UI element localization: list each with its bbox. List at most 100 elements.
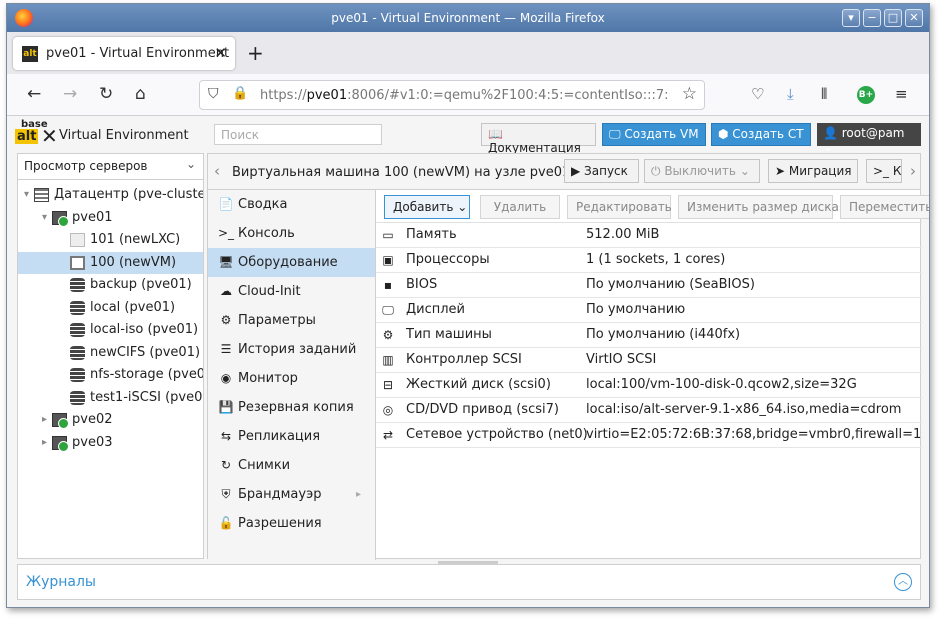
remove-button[interactable]: Удалить (480, 195, 560, 219)
move-disk-button[interactable]: Переместить (840, 195, 929, 219)
menu-item[interactable]: 💾 Резервная копия (208, 393, 375, 422)
tree-item[interactable]: ▸ pve02 (18, 409, 203, 432)
menu-item-label: Монитор (238, 371, 298, 386)
hardware-value: VirtIO SCSI (586, 352, 657, 367)
tree-toggle-icon[interactable]: ▸ (42, 432, 47, 454)
hardware-row[interactable]: ▥ Контроллер SCSI VirtIO SCSI (376, 348, 922, 373)
lock-icon[interactable]: 🔒 (232, 86, 248, 101)
url-bar[interactable]: ⛉ 🔒 https://pve01:8006/#v1:0:=qemu%2F100… (199, 80, 705, 110)
close-tab-icon[interactable]: ✕ (214, 44, 227, 62)
menu-item[interactable]: >_ Консоль (208, 219, 375, 248)
browser-tab[interactable]: alt pve01 - Virtual Environment ✕ (13, 37, 235, 70)
download-icon[interactable]: ⤓ (787, 85, 794, 103)
hardware-row[interactable]: ▪ BIOS По умолчанию (SeaBIOS) (376, 273, 922, 298)
menu-item[interactable]: 🖥 Оборудование (208, 248, 375, 277)
search-input[interactable]: Поиск (214, 124, 382, 145)
resize-disk-button[interactable]: Изменить размер диска (678, 195, 839, 219)
menu-item[interactable]: 📄 Сводка (208, 190, 375, 219)
migrate-button[interactable]: ➤ Миграция (768, 159, 858, 183)
tree-item[interactable]: nfs-storage (pve01) (18, 364, 203, 387)
menu-item-label: Сводка (238, 197, 288, 212)
menu-item[interactable]: ↻ Снимки (208, 451, 375, 480)
tree-item[interactable]: test1-iSCSI (pve01) (18, 387, 203, 410)
edit-button[interactable]: Редактировать (567, 195, 672, 219)
tree-item-label: pve02 (72, 412, 113, 427)
tree-item[interactable]: ▸ pve03 (18, 432, 203, 455)
menu-item[interactable]: ⇆ Репликация (208, 422, 375, 451)
create-ct-button[interactable]: ⬢ Создать CT (711, 123, 811, 146)
chevron-right-icon[interactable]: › (910, 162, 916, 180)
tree-toggle-icon[interactable]: ▾ (24, 184, 29, 206)
view-selector[interactable]: Просмотр серверов ⌄ (18, 154, 203, 180)
home-icon[interactable]: ⌂ (135, 84, 146, 104)
menu-icon[interactable]: ≡ (895, 85, 908, 103)
url-text[interactable]: https://pve01:8006/#v1:0:=qemu%2F100:4:5… (260, 88, 670, 103)
chevron-down-icon: ⌄ (453, 200, 468, 214)
minimize-button[interactable]: − (863, 9, 881, 27)
tree-item[interactable]: backup (pve01) (18, 274, 203, 297)
menu-item[interactable]: ⚙ Параметры (208, 306, 375, 335)
unlock-icon: 🔓 (218, 516, 234, 530)
tree-item[interactable]: ▾ Датацентр (pve-cluster) (18, 184, 203, 207)
user-menu-button[interactable]: 👤 root@pam ⌄ (817, 123, 921, 154)
logs-panel[interactable]: Журналы ︿ (17, 561, 921, 600)
hardware-row[interactable]: ⚙ Тип машины По умолчанию (i440fx) (376, 323, 922, 348)
create-vm-button[interactable]: 🖵 Создать VM (602, 123, 706, 146)
tab-title: pve01 - Virtual Environment (46, 46, 230, 61)
chevron-left-icon[interactable]: ‹ (214, 162, 220, 180)
back-icon[interactable]: ← (27, 84, 41, 104)
hardware-key: Процессоры (406, 252, 490, 267)
hardware-row[interactable]: ▭ Память 512.00 MiB (376, 223, 922, 248)
console-button[interactable]: >_ К (866, 159, 902, 183)
tree-item-label: 101 (newLXC) (90, 232, 181, 247)
tree-item[interactable]: ▾ pve01 (18, 207, 203, 230)
hardware-row[interactable]: ▣ Процессоры 1 (1 sockets, 1 cores) (376, 248, 922, 273)
library-icon[interactable]: ⫴ (821, 85, 827, 103)
hardware-row[interactable]: ⊟ Жесткий диск (scsi0) local:100/vm-100-di… (376, 373, 922, 398)
shutdown-button[interactable]: ⏻ Выключить ⌄ (644, 159, 760, 183)
tree-item[interactable]: local-iso (pve01) (18, 319, 203, 342)
chevron-down-icon: ⌄ (185, 157, 196, 171)
expand-up-icon[interactable]: ︿ (894, 573, 912, 591)
shield-icon[interactable]: ⛉ (208, 86, 219, 102)
menu-item[interactable]: ⛨ Брандмауэр ▸ (208, 480, 375, 509)
storage-icon (70, 323, 85, 337)
reload-icon[interactable]: ↻ (99, 84, 113, 104)
tree-toggle-icon[interactable]: ▸ (42, 409, 47, 431)
datacenter-icon (34, 188, 49, 202)
hardware-row[interactable]: ⇄ Сетевое устройство (net0) virtio=E2:05:7… (376, 423, 922, 448)
extension-icon[interactable]: B+ (857, 86, 875, 104)
hardware-row[interactable]: ◎ CD/DVD привод (scsi7) local:iso/alt-serv… (376, 398, 922, 423)
new-tab-button[interactable]: + (247, 43, 264, 63)
star-icon[interactable]: ☆ (682, 84, 697, 104)
window-menu-button[interactable]: ▾ (842, 9, 860, 27)
add-button[interactable]: Добавить ⌄ (384, 195, 470, 219)
tree-item[interactable]: local (pve01) (18, 297, 203, 320)
hardware-row[interactable]: 🖵 Дисплей По умолчанию (376, 298, 922, 323)
tree-item-label: local-iso (pve01) (90, 322, 199, 337)
console-icon: >_ (218, 226, 235, 240)
maximize-button[interactable]: □ (884, 9, 902, 27)
hardware-key: Тип машины (406, 327, 492, 342)
window-titlebar: pve01 - Virtual Environment — Mozilla Fi… (7, 4, 929, 32)
tree-item[interactable]: 100 (newVM) (18, 251, 203, 274)
tree-item[interactable]: newCIFS (pve01) (18, 342, 203, 365)
documentation-button[interactable]: 📖 Документация (481, 123, 596, 155)
menu-item[interactable]: ☰ История заданий (208, 335, 375, 364)
hardware-value: 512.00 MiB (586, 227, 660, 242)
close-window-button[interactable]: ✕ (905, 9, 923, 27)
menu-item[interactable]: ◉ Монитор (208, 364, 375, 393)
resize-grip[interactable] (438, 561, 498, 564)
start-button[interactable]: ▶ Запуск (564, 159, 639, 183)
logs-label: Журналы (26, 574, 96, 590)
menu-item[interactable]: 🔓 Разрешения (208, 509, 375, 538)
pocket-icon[interactable]: ♡ (751, 85, 764, 103)
task-history-icon: ☰ (220, 342, 232, 356)
menu-item[interactable]: ☁ Cloud-Init (208, 277, 375, 306)
tree-item[interactable]: 101 (newLXC) (18, 229, 203, 252)
tree-toggle-icon[interactable]: ▾ (42, 207, 47, 229)
hardware-icon: 🖥 (218, 255, 234, 269)
tree-item-label: pve01 (72, 209, 113, 225)
storage-icon (70, 390, 85, 405)
forward-icon[interactable]: → (63, 84, 77, 104)
